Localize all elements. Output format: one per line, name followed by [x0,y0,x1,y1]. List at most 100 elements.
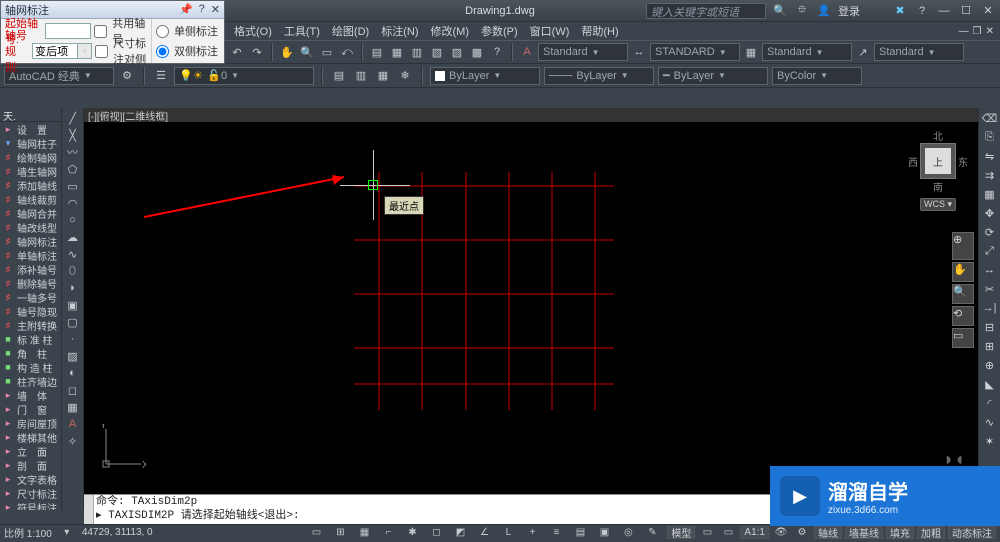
zoom-prev-icon[interactable]: ⤺ [338,43,356,61]
copy-icon[interactable]: ⎘ [980,128,1000,146]
sheet-set-icon[interactable]: ▧ [428,43,446,61]
mirror-icon[interactable]: ⇋ [980,147,1000,165]
explode-icon[interactable]: ✶ [980,432,1000,450]
ortho-icon[interactable]: ⌐ [379,524,397,542]
sidebar-item[interactable]: ■构 造 柱 [0,360,61,374]
gradient-icon[interactable]: ◐ [63,365,83,381]
ellipse-icon[interactable]: ⬯ [63,263,83,279]
undo-icon[interactable]: ↶ [228,43,246,61]
sidebar-item[interactable]: ■角 柱 [0,346,61,360]
xline-icon[interactable]: ╳ [63,127,83,143]
layer-states-icon[interactable]: ▤ [330,67,348,85]
quickview-drawings-icon[interactable]: ▭ [719,524,737,542]
move-icon[interactable]: ✥ [980,204,1000,222]
sidebar-item[interactable]: ♯绘制轴网 [0,150,61,164]
sidebar-item[interactable]: ♯添加轴线 [0,178,61,192]
polar-icon[interactable]: ✱ [403,524,421,542]
login-link[interactable]: 登录 [838,3,860,19]
redo-icon[interactable]: ↷ [248,43,266,61]
dialog-close-icon[interactable]: ✕ [211,3,220,16]
model-canvas[interactable]: 最近点 Y X 北 西 上 东 南 WC [84,122,978,494]
maximize-icon[interactable]: ☐ [958,3,974,19]
sidebar-item[interactable]: ▸墙 体 [0,388,61,402]
showmotion-icon[interactable]: ▭ [952,328,974,348]
model-space-button[interactable]: 模型 [667,526,695,539]
dialog-help-icon[interactable]: ? [199,3,205,16]
polyline-icon[interactable]: 〰 [63,144,83,160]
toggle-wall[interactable]: 墙基线 [845,526,883,539]
insert-block-icon[interactable]: ▣ [63,297,83,313]
menu-draw[interactable]: 绘图(D) [326,23,375,39]
sidebar-item[interactable]: ♯墙生轴网 [0,164,61,178]
sidebar-item[interactable]: ♯轴改线型 [0,220,61,234]
ducs-icon[interactable]: L [499,524,517,542]
sidebar-item[interactable]: ▸立 面 [0,444,61,458]
anno-vis-icon[interactable]: 👁 [772,524,790,542]
erase-icon[interactable]: ⌫ [980,109,1000,127]
dimstyle-icon[interactable]: ↔ [630,43,648,61]
zoom-realtime-icon[interactable]: 🔍 [298,43,316,61]
menu-param[interactable]: 参数(P) [475,23,524,39]
layer-iso-icon[interactable]: ▥ [352,67,370,85]
doc-restore-icon[interactable]: ❐ [973,26,982,37]
menu-dimension[interactable]: 标注(N) [375,23,424,39]
design-center-icon[interactable]: ▦ [388,43,406,61]
dim-align-checkbox[interactable] [95,45,108,58]
toggle-axis[interactable]: 轴线 [814,526,842,539]
chevron-down-icon[interactable]: ▾ [78,43,92,59]
color-combo[interactable]: ByLayer▼ [430,67,540,85]
axis-rule-select[interactable] [32,43,78,59]
textstyle-select[interactable]: Standard▼ [538,43,628,61]
quickcalc-icon[interactable]: ▩ [468,43,486,61]
menu-format[interactable]: 格式(O) [228,23,278,39]
layer-off-icon[interactable]: ▦ [374,67,392,85]
viewport-label[interactable]: [-][俯视][二维线框] [84,108,978,122]
sidebar-item[interactable]: ♯轴网合并 [0,206,61,220]
mtext-icon[interactable]: A [63,416,83,432]
scale-dropdown-icon[interactable]: ▾ [58,524,76,542]
point-icon[interactable]: · [63,331,83,347]
rectangle-icon[interactable]: ▭ [63,178,83,194]
sidebar-item[interactable]: ♯轴线裁剪 [0,192,61,206]
comm-center-icon[interactable]: ⯐ [794,3,810,19]
search-icon[interactable]: 🔍 [772,3,788,19]
mleaderstyle-icon[interactable]: ↗ [854,43,872,61]
rotate-icon[interactable]: ⟳ [980,223,1000,241]
search-input[interactable]: 键入关键字或短语 [646,3,766,19]
mleaderstyle-select[interactable]: Standard▼ [874,43,964,61]
dyn-icon[interactable]: + [523,524,541,542]
revcloud-icon[interactable]: ☁ [63,229,83,245]
quickview-layouts-icon[interactable]: ▭ [698,524,716,542]
break-point-icon[interactable]: ⊟ [980,318,1000,336]
help-toolbar-icon[interactable]: ? [488,43,506,61]
exchange-icon[interactable]: ✖ [892,3,908,19]
menu-modify[interactable]: 修改(M) [425,23,476,39]
extend-icon[interactable]: →| [980,299,1000,317]
line-icon[interactable]: ╱ [63,110,83,126]
menu-tools[interactable]: 工具(T) [278,23,326,39]
circle-icon[interactable]: ○ [63,212,83,228]
layer-combo[interactable]: 💡 ☀ 🔓 0▼ [174,67,314,85]
blend-icon[interactable]: ∿ [980,413,1000,431]
pin-icon[interactable]: 📌 [179,3,193,16]
sidebar-item[interactable]: ▸剖 面 [0,458,61,472]
tpy-icon[interactable]: ▤ [571,524,589,542]
sidebar-item[interactable]: ♯单轴标注 [0,248,61,262]
scale-label[interactable]: 比例 1:100 [4,525,52,540]
sidebar-item[interactable]: ▸符号标注 [0,500,61,510]
sidebar-item[interactable]: ▾轴网柱子 [0,136,61,150]
menu-help[interactable]: 帮助(H) [575,23,624,39]
linetype-combo[interactable]: ───ByLayer▼ [544,67,654,85]
sidebar-item[interactable]: ▸楼梯其他 [0,430,61,444]
sidebar-item[interactable]: ▸文字表格 [0,472,61,486]
zoom-nav-icon[interactable]: 🔍 [952,284,974,304]
sidebar-item[interactable]: ♯轴网标注 [0,234,61,248]
sidebar-item[interactable]: ▸房间屋顶 [0,416,61,430]
osnap-icon[interactable]: ◻ [427,524,445,542]
menu-window[interactable]: 窗口(W) [524,23,576,39]
minimize-icon[interactable]: — [936,3,952,19]
plotstyle-combo[interactable]: ByColor▼ [772,67,862,85]
zoom-window-icon[interactable]: ▭ [318,43,336,61]
tool-palettes-icon[interactable]: ▥ [408,43,426,61]
layer-freeze-icon[interactable]: ❄ [396,67,414,85]
